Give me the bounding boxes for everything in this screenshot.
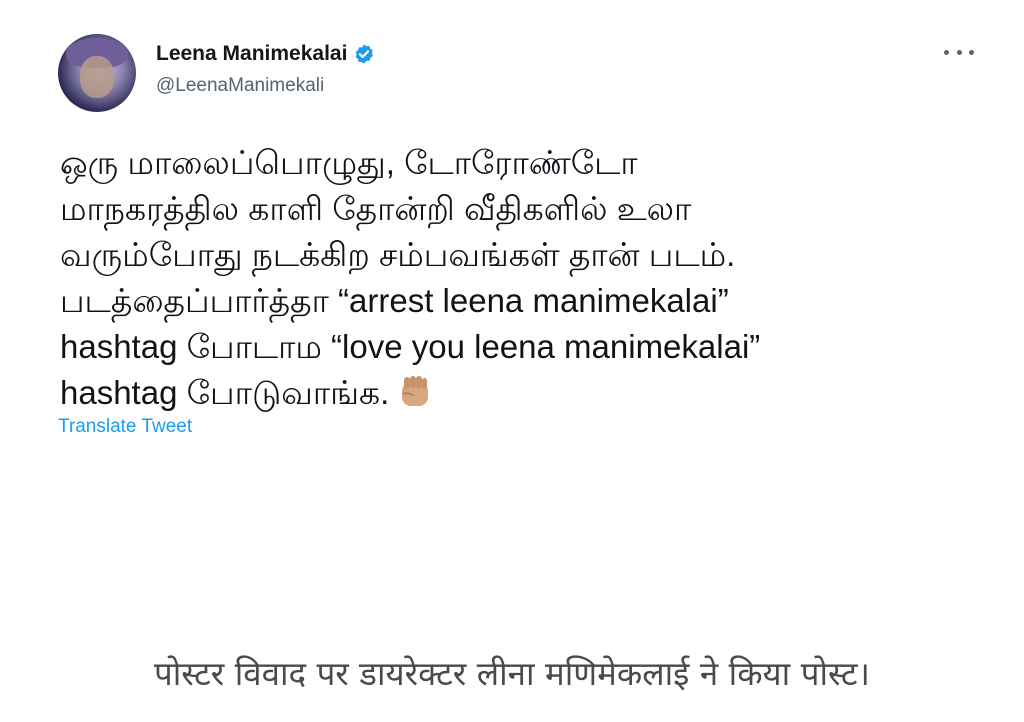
- tweet-text-line: hashtag போடாம “love you leena manimekala…: [60, 328, 761, 365]
- translate-tweet-link[interactable]: Translate Tweet: [58, 416, 192, 438]
- tweet-text-line: hashtag போடுவாங்க.: [60, 374, 390, 411]
- tweet-text: ஒரு மாலைப்பொழுது, டோரோண்டோ மாநகரத்தில கா…: [60, 140, 980, 416]
- author-handle[interactable]: @LeenaManimekali: [156, 75, 324, 97]
- tweet-text-line: வரும்போது நடக்கிற சம்பவங்கள் தான் படம்.: [60, 236, 736, 273]
- author-name[interactable]: Leena Manimekalai: [156, 42, 347, 66]
- more-dot: [969, 49, 974, 55]
- more-dot: [944, 49, 949, 55]
- tweet-card: Leena Manimekalai @LeenaManimekali ஒரு ம…: [0, 0, 1024, 470]
- tweet-text-line-last: hashtag போடுவாங்க.: [60, 370, 980, 416]
- tweet-text-line: படத்தைப்பார்த்தா “arrest leena manimekal…: [60, 282, 729, 319]
- raised-fist-emoji: [402, 376, 429, 406]
- more-options-icon[interactable]: [944, 42, 974, 62]
- avatar[interactable]: [58, 34, 136, 112]
- image-caption: पोस्टर विवाद पर डायरेक्टर लीना मणिमेकलाई…: [154, 654, 870, 693]
- author-name-row[interactable]: Leena Manimekalai: [156, 42, 375, 66]
- verified-badge-icon: [355, 44, 374, 64]
- tweet-text-line: மாநகரத்தில காளி தோன்றி வீதிகளில் உலா: [60, 190, 692, 227]
- more-dot: [956, 49, 962, 55]
- avatar-face: [80, 56, 114, 98]
- tweet-text-line: ஒரு மாலைப்பொழுது, டோரோண்டோ: [60, 144, 638, 181]
